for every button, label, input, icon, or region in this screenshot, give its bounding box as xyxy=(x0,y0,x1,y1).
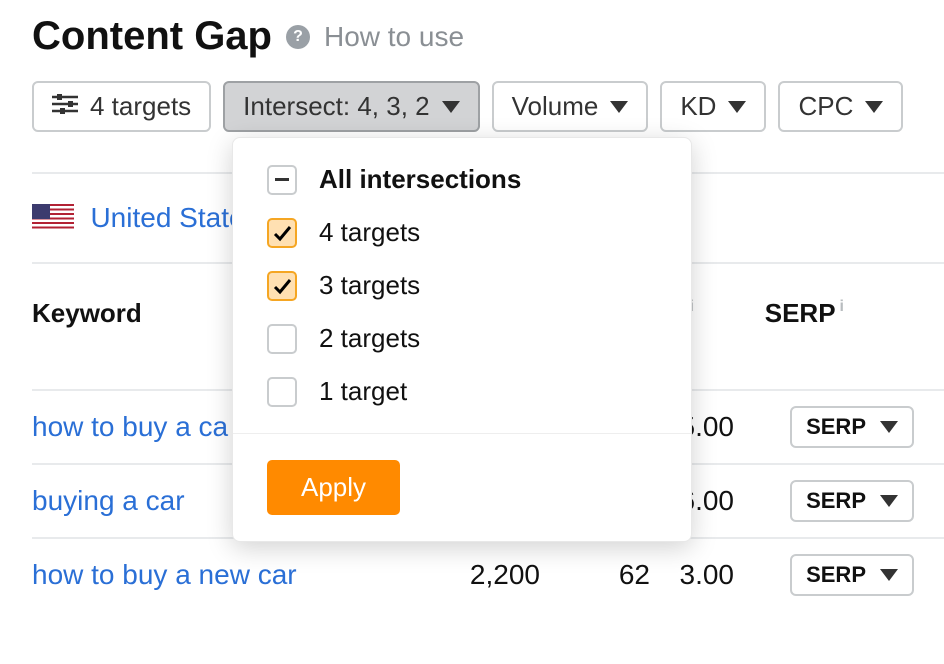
chevron-down-icon xyxy=(880,569,898,581)
targets-filter[interactable]: 4 targets xyxy=(32,81,211,132)
page-title: Content Gap xyxy=(32,14,272,59)
how-to-use-link[interactable]: How to use xyxy=(324,21,464,53)
table-row: how to buy a new car 2,200 62 3.00 SERP xyxy=(32,539,944,611)
checkbox-all-intersections[interactable] xyxy=(267,165,297,195)
targets-filter-label: 4 targets xyxy=(90,91,191,122)
intersect-filter-label: Intersect: 4, 3, 2 xyxy=(243,91,429,122)
serp-button-label: SERP xyxy=(806,488,866,514)
column-header-serp-label: SERP xyxy=(765,298,836,328)
chevron-down-icon xyxy=(610,101,628,113)
locale-selector[interactable]: United State xyxy=(90,202,244,233)
serp-button[interactable]: SERP xyxy=(790,480,914,522)
chevron-down-icon xyxy=(865,101,883,113)
sliders-icon xyxy=(52,91,78,122)
option-2-targets-label: 2 targets xyxy=(319,323,420,354)
cpc-value: 3.00 xyxy=(644,559,734,591)
apply-button[interactable]: Apply xyxy=(267,460,400,515)
chevron-down-icon xyxy=(728,101,746,113)
option-1-target-label: 1 target xyxy=(319,376,407,407)
help-icon[interactable]: ? xyxy=(286,25,310,49)
option-3-targets-label: 3 targets xyxy=(319,270,420,301)
cpc-filter-label: CPC xyxy=(798,91,853,122)
checkbox-2-targets[interactable] xyxy=(267,324,297,354)
option-4-targets-label: 4 targets xyxy=(319,217,420,248)
volume-filter[interactable]: Volume xyxy=(492,81,649,132)
volume-filter-label: Volume xyxy=(512,91,599,122)
keyword-link[interactable]: how to buy a new car xyxy=(32,559,352,591)
serp-button[interactable]: SERP xyxy=(790,406,914,448)
volume-value: 2,200 xyxy=(440,559,540,591)
serp-button-label: SERP xyxy=(806,562,866,588)
checkbox-3-targets[interactable] xyxy=(267,271,297,301)
chevron-down-icon xyxy=(880,421,898,433)
chevron-down-icon xyxy=(880,495,898,507)
serp-button-label: SERP xyxy=(806,414,866,440)
chevron-down-icon xyxy=(442,101,460,113)
cpc-filter[interactable]: CPC xyxy=(778,81,903,132)
kd-filter[interactable]: KD xyxy=(660,81,766,132)
all-intersections-label: All intersections xyxy=(319,164,521,195)
us-flag-icon xyxy=(32,204,74,232)
checkbox-1-target[interactable] xyxy=(267,377,297,407)
info-icon[interactable]: i xyxy=(840,298,844,315)
checkbox-4-targets[interactable] xyxy=(267,218,297,248)
serp-button[interactable]: SERP xyxy=(790,554,914,596)
kd-value: 62 xyxy=(580,559,650,591)
intersect-dropdown: All intersections 4 targets 3 targets xyxy=(232,137,692,542)
kd-filter-label: KD xyxy=(680,91,716,122)
column-header-serp[interactable]: SERPi xyxy=(765,298,844,329)
intersect-filter[interactable]: Intersect: 4, 3, 2 xyxy=(223,81,479,132)
